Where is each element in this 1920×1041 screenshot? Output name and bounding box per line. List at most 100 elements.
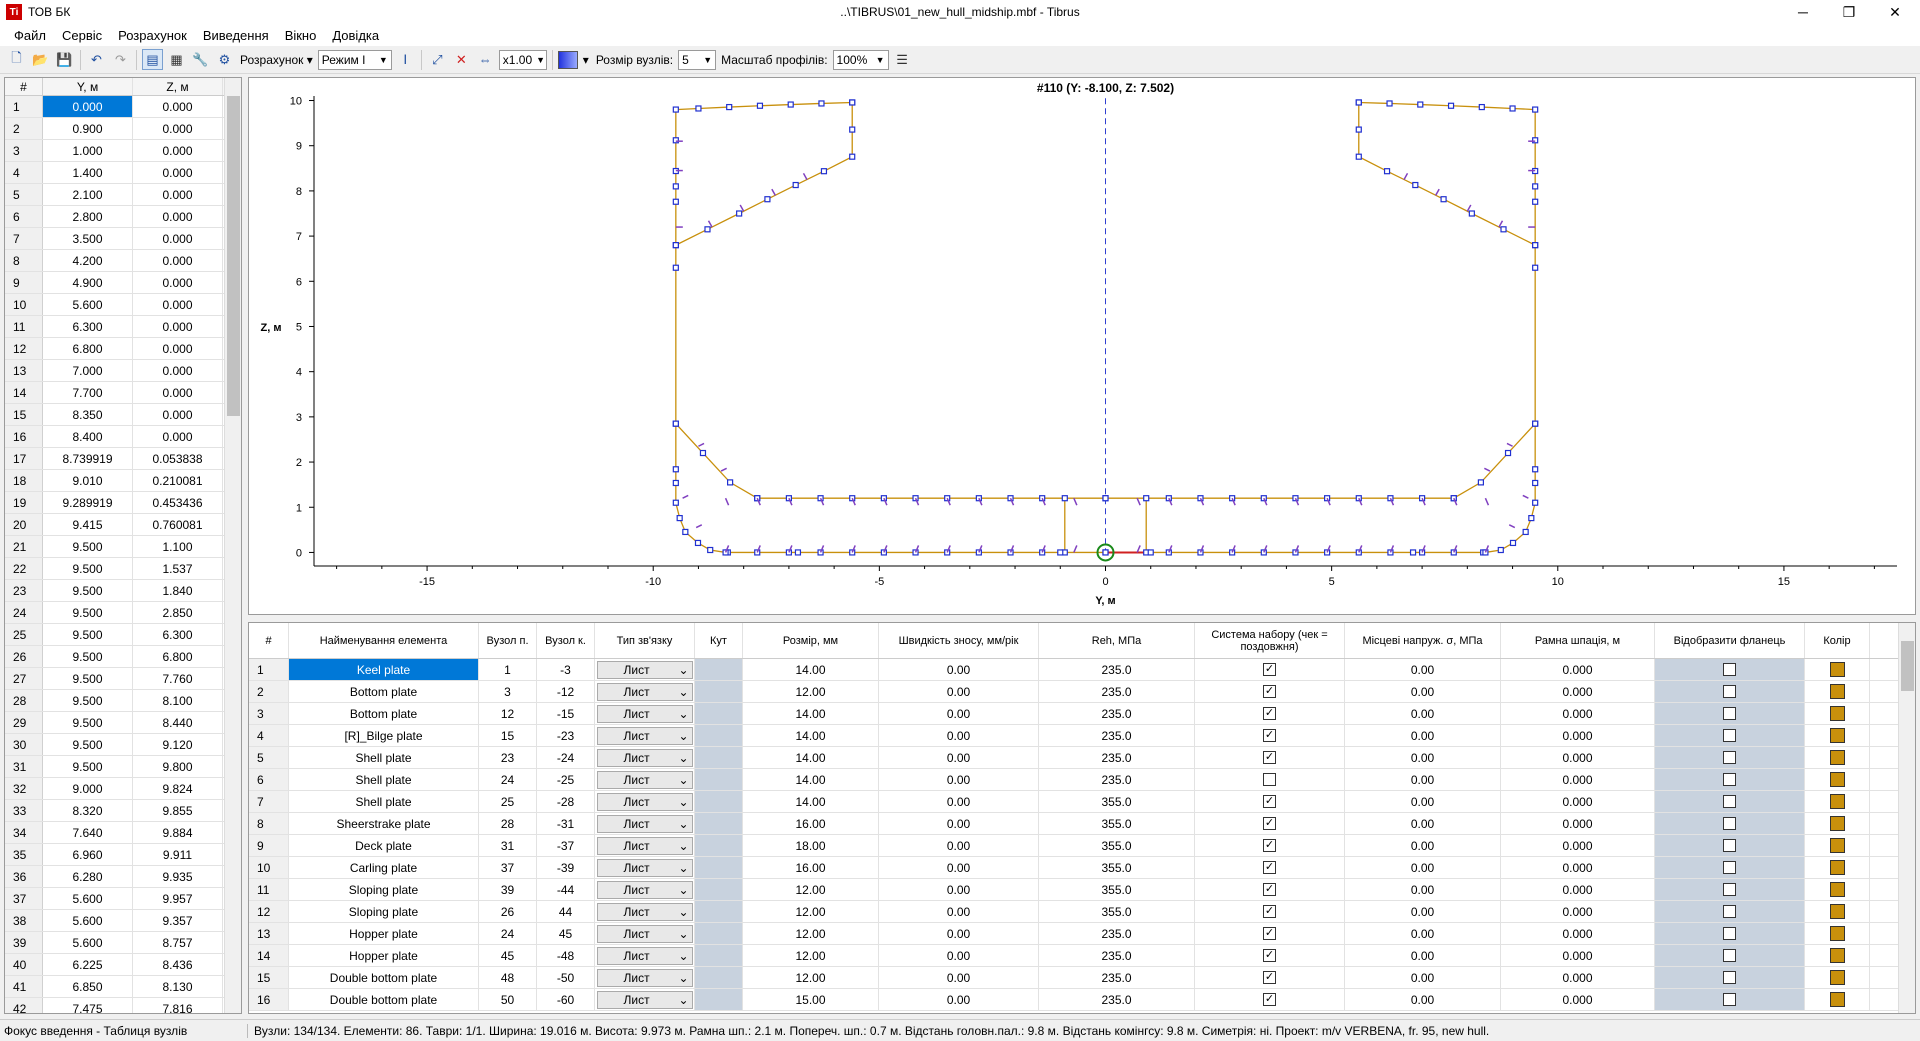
element-end-node-cell[interactable]: -25 [537,769,595,790]
node-y-cell[interactable]: 5.600 [43,888,133,909]
node-z-cell[interactable]: 0.000 [133,382,223,403]
flange-checkbox[interactable] [1723,883,1736,896]
flange-checkbox[interactable] [1723,685,1736,698]
chevron-down-icon[interactable]: ⌄ [678,905,688,919]
element-color-swatch[interactable] [1829,926,1845,941]
node-y-cell[interactable]: 9.500 [43,712,133,733]
element-reh-cell[interactable]: 235.0 [1039,703,1195,724]
element-sigma-cell[interactable]: 0.00 [1345,703,1501,724]
node-row[interactable]: 7 3.500 0.000 [5,228,241,250]
node-marker[interactable] [1532,137,1539,144]
element-frame-spacing-cell[interactable]: 0.000 [1501,747,1655,768]
node-row[interactable]: 20 9.415 0.760081 [5,514,241,536]
node-y-cell[interactable]: 9.500 [43,624,133,645]
element-color-swatch[interactable] [1829,706,1845,721]
hopper-plate-port[interactable] [675,423,758,499]
flange-checkbox[interactable] [1723,817,1736,830]
element-end-node-cell[interactable]: -39 [537,857,595,878]
node-y-cell[interactable]: 1.400 [43,162,133,183]
element-start-node-cell[interactable]: 23 [479,747,537,768]
element-color-cell[interactable] [1805,813,1870,834]
node-z-cell[interactable]: 7.760 [133,668,223,689]
element-type-select[interactable]: Лист ⌄ [596,924,693,943]
node-row[interactable]: 13 7.000 0.000 [5,360,241,382]
element-wear-cell[interactable]: 0.00 [879,703,1039,724]
element-name-cell[interactable]: Sheerstrake plate [289,813,479,834]
element-color-swatch[interactable] [1829,816,1845,831]
node-marker[interactable] [1528,514,1535,522]
node-marker[interactable] [1497,546,1504,554]
element-flange-cell[interactable] [1655,725,1805,746]
element-frame-spacing-cell[interactable]: 0.000 [1501,703,1655,724]
node-row[interactable]: 38 5.600 9.357 [5,910,241,932]
node-row[interactable]: 22 9.500 1.537 [5,558,241,580]
element-color-swatch[interactable] [1829,794,1845,809]
element-size-cell[interactable]: 12.00 [743,945,879,966]
element-wear-cell[interactable]: 0.00 [879,791,1039,812]
framing-checkbox[interactable]: ✓ [1263,971,1276,984]
hopper-plate-starboard[interactable] [1453,423,1536,499]
menu-window[interactable]: Вікно [277,28,325,43]
node-marker[interactable] [849,126,856,133]
menu-service[interactable]: Сервіс [54,28,110,43]
element-sigma-cell[interactable]: 0.00 [1345,769,1501,790]
node-marker[interactable] [756,102,764,109]
element-wear-cell[interactable]: 0.00 [879,879,1039,900]
flange-checkbox[interactable] [1723,993,1736,1006]
node-marker[interactable] [695,105,702,112]
elem-col-wear[interactable]: Швидкість зносу, мм/рік [879,623,1039,658]
element-size-cell[interactable]: 16.00 [743,857,879,878]
element-name-cell[interactable]: Sloping plate [289,879,479,900]
element-end-node-cell[interactable]: -60 [537,989,595,1010]
element-angle-cell[interactable] [695,725,743,746]
node-y-cell[interactable]: 7.640 [43,822,133,843]
element-name-cell[interactable]: Keel plate [289,659,479,680]
node-z-cell[interactable]: 9.855 [133,800,223,821]
element-start-node-cell[interactable]: 50 [479,989,537,1010]
element-table-scrollbar[interactable] [1898,623,1915,1013]
node-marker[interactable] [672,242,679,249]
node-y-cell[interactable]: 1.000 [43,140,133,161]
node-row[interactable]: 12 6.800 0.000 [5,338,241,360]
node-marker[interactable] [726,103,733,111]
node-marker[interactable] [1532,499,1539,506]
node-row[interactable]: 30 9.500 9.120 [5,734,241,756]
element-reh-cell[interactable]: 235.0 [1039,725,1195,746]
framing-checkbox[interactable]: ✓ [1263,839,1276,852]
element-framing-cell[interactable]: ✓ [1195,681,1345,702]
element-color-swatch[interactable] [1829,948,1845,963]
element-type-select[interactable]: Лист ⌄ [596,814,693,833]
node-z-cell[interactable]: 0.000 [133,140,223,161]
menu-help[interactable]: Довідка [324,28,387,43]
node-row[interactable]: 16 8.400 0.000 [5,426,241,448]
node-marker[interactable] [1412,181,1419,189]
node-marker[interactable] [1102,495,1109,502]
elem-col-framing[interactable]: Система набору (чек = поздовжня) [1195,623,1345,658]
node-row[interactable]: 34 7.640 9.884 [5,822,241,844]
elem-col-size[interactable]: Розмір, мм [743,623,879,658]
node-z-cell[interactable]: 1.537 [133,558,223,579]
element-framing-cell[interactable]: ✓ [1195,967,1345,988]
node-marker[interactable] [736,210,743,217]
element-color-cell[interactable] [1805,769,1870,790]
element-color-cell[interactable] [1805,945,1870,966]
element-wear-cell[interactable]: 0.00 [879,945,1039,966]
element-end-node-cell[interactable]: -28 [537,791,595,812]
node-y-cell[interactable]: 8.739919 [43,448,133,469]
element-framing-cell[interactable] [1195,769,1345,790]
chevron-down-icon[interactable]: ⌄ [678,685,688,699]
node-z-cell[interactable]: 1.840 [133,580,223,601]
node-y-cell[interactable]: 9.415 [43,514,133,535]
node-y-cell[interactable]: 2.100 [43,184,133,205]
node-y-cell[interactable]: 9.500 [43,580,133,601]
node-y-cell[interactable]: 8.350 [43,404,133,425]
menu-file[interactable]: Файл [6,28,54,43]
element-name-cell[interactable]: Hopper plate [289,945,479,966]
element-framing-cell[interactable]: ✓ [1195,813,1345,834]
node-marker[interactable] [672,264,679,271]
node-z-cell[interactable]: 0.000 [133,272,223,293]
node-y-cell[interactable]: 3.500 [43,228,133,249]
element-name-cell[interactable]: Carling plate [289,857,479,878]
element-start-node-cell[interactable]: 26 [479,901,537,922]
element-flange-cell[interactable] [1655,967,1805,988]
